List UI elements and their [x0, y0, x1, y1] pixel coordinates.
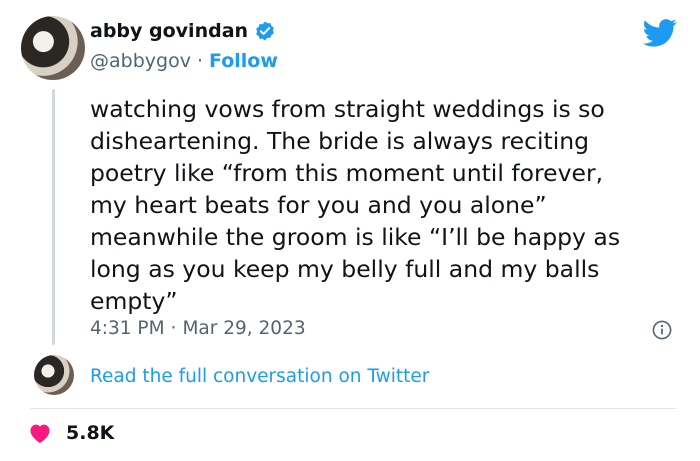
twitter-bird-icon[interactable] — [643, 18, 677, 48]
timestamp-separator: · — [170, 318, 177, 339]
handle-separator: · — [196, 50, 203, 72]
like-action[interactable]: 5.8K — [28, 422, 114, 444]
heart-icon[interactable] — [28, 422, 52, 444]
tweet-date[interactable]: Mar 29, 2023 — [182, 318, 305, 339]
tweet-time[interactable]: 4:31 PM — [90, 318, 165, 339]
thread-line — [52, 89, 55, 345]
author-handle-row: @abbygov · Follow — [90, 50, 278, 72]
author-name[interactable]: abby govindan — [90, 20, 248, 42]
tweet-timestamp[interactable]: 4:31 PM · Mar 29, 2023 — [90, 318, 306, 339]
conversation-avatar[interactable] — [34, 355, 74, 395]
divider — [30, 408, 676, 409]
read-conversation-link[interactable]: Read the full conversation on Twitter — [90, 366, 429, 387]
info-icon[interactable] — [652, 320, 672, 340]
author-name-row: abby govindan — [90, 20, 276, 42]
like-count: 5.8K — [66, 422, 115, 444]
verified-badge-icon — [256, 21, 274, 41]
tweet-text: watching vows from straight weddings is … — [90, 95, 621, 315]
author-handle[interactable]: @abbygov — [90, 50, 191, 72]
follow-button[interactable]: Follow — [209, 50, 278, 72]
author-avatar[interactable] — [21, 16, 85, 80]
